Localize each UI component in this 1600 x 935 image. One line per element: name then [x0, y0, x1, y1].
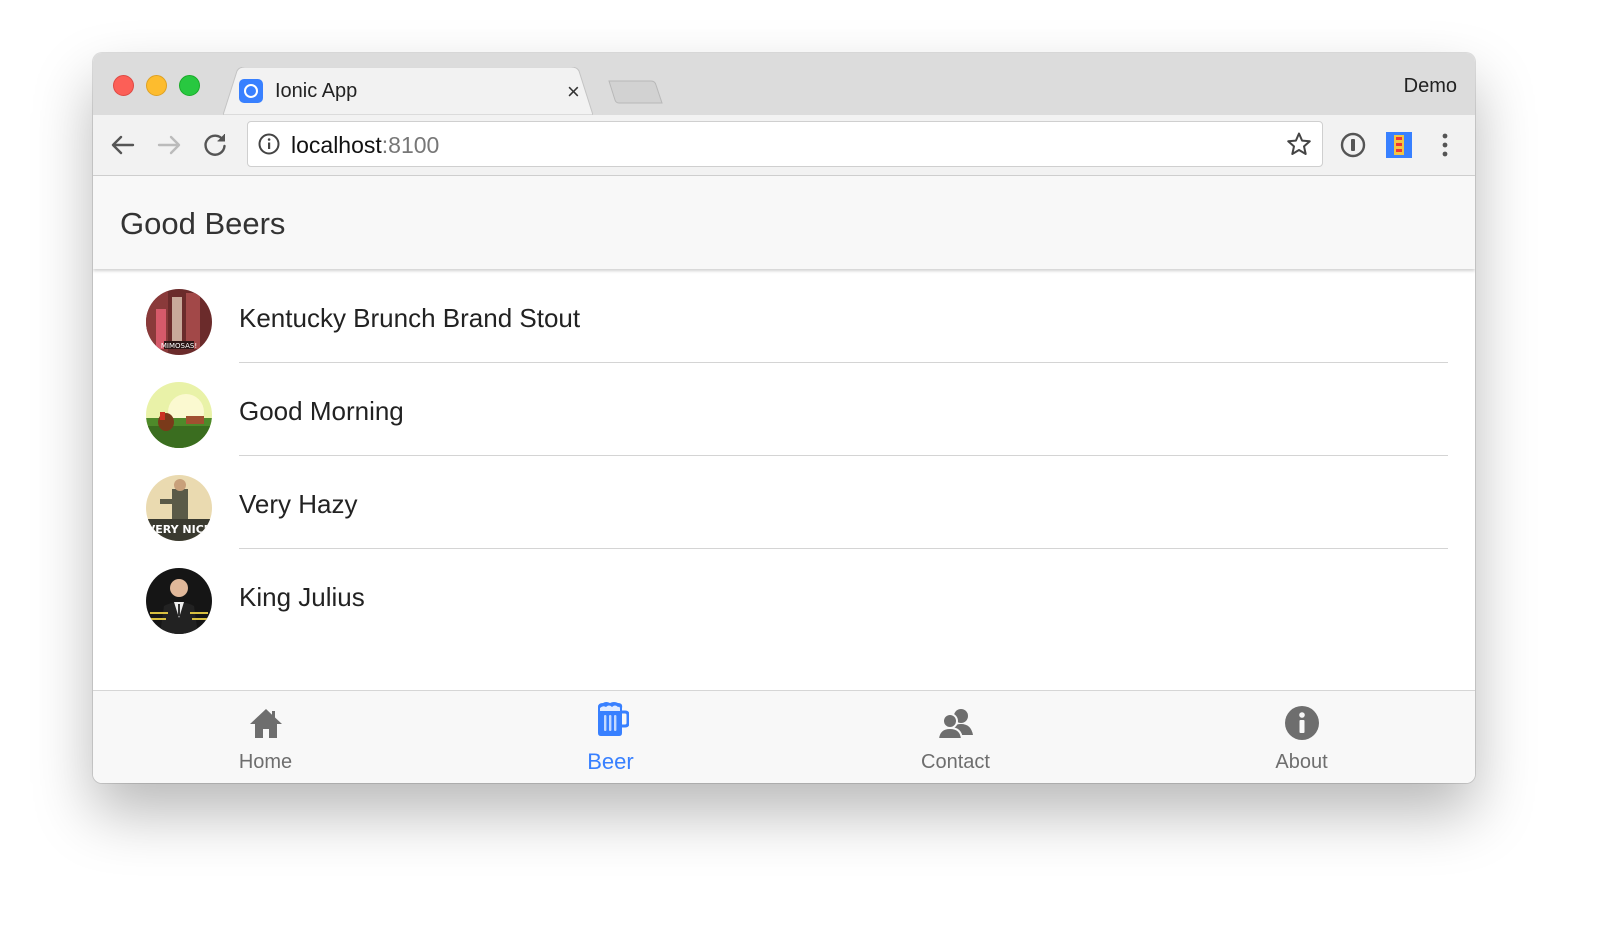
list-item[interactable]: Good Morning — [93, 363, 1475, 456]
contacts-icon — [937, 709, 973, 740]
avatar: VERY NICE — [146, 475, 212, 541]
list-item-label: King Julius — [239, 582, 365, 612]
avatar-image — [146, 568, 212, 634]
tab-beer[interactable]: Beer — [438, 691, 783, 783]
app-header: Good Beers — [93, 176, 1475, 269]
svg-text:MIMOSAS!: MIMOSAS! — [161, 342, 197, 350]
profile-name[interactable]: Demo — [1404, 75, 1457, 98]
tab-label: About — [1275, 751, 1328, 773]
forward-arrow-icon[interactable] — [155, 131, 183, 159]
address-bar[interactable]: localhost:8100 — [247, 121, 1323, 167]
tab-title: Ionic App — [275, 80, 358, 102]
home-icon — [249, 709, 282, 738]
list-item[interactable]: VERY NICE Very Hazy — [93, 456, 1475, 549]
back-arrow-icon[interactable] — [109, 131, 137, 159]
address-url: localhost:8100 — [291, 132, 439, 159]
tab-bar: Home Beer Contact About — [93, 690, 1475, 783]
avatar-image — [146, 382, 212, 448]
ionic-logo-icon — [239, 79, 263, 103]
tab-close-icon[interactable]: × — [567, 79, 580, 105]
extension-icon[interactable] — [1385, 131, 1413, 159]
list-item-label: Good Morning — [239, 396, 404, 426]
list-item-label: Very Hazy — [239, 489, 358, 519]
svg-text:VERY NICE: VERY NICE — [147, 523, 212, 536]
tab-home[interactable]: Home — [93, 691, 438, 783]
tab-label: Contact — [921, 751, 990, 773]
tab-label: Beer — [587, 749, 634, 774]
avatar — [146, 382, 212, 448]
address-host: localhost — [291, 132, 382, 158]
avatar-image: VERY NICE — [146, 475, 212, 541]
window-maximize-button[interactable] — [179, 75, 200, 96]
reload-icon[interactable] — [201, 131, 229, 159]
new-tab-button[interactable] — [607, 79, 663, 105]
more-vertical-icon[interactable] — [1433, 131, 1457, 159]
bookmark-star-icon[interactable] — [1286, 131, 1312, 157]
tab-contact[interactable]: Contact — [783, 691, 1128, 783]
list-item[interactable]: King Julius — [93, 549, 1475, 642]
tab-label: Home — [238, 751, 293, 773]
avatar — [146, 568, 212, 634]
beer-list: MIMOSAS! Kentucky Brunch Brand Stout Goo… — [93, 270, 1475, 690]
window-minimize-button[interactable] — [146, 75, 167, 96]
browser-window: Ionic App × Demo localhost:8100 Good Bee… — [93, 53, 1475, 783]
address-port: :8100 — [381, 132, 440, 158]
list-item-label: Kentucky Brunch Brand Stout — [239, 303, 581, 333]
beer-icon — [597, 702, 629, 736]
info-icon[interactable] — [258, 133, 280, 155]
avatar-image: MIMOSAS! — [146, 289, 212, 355]
list-item[interactable]: MIMOSAS! Kentucky Brunch Brand Stout — [93, 270, 1475, 363]
password-manager-icon[interactable] — [1339, 131, 1367, 159]
page-title: Good Beers — [120, 206, 286, 241]
info-icon — [1284, 706, 1319, 740]
window-close-button[interactable] — [113, 75, 134, 96]
browser-tab[interactable]: Ionic App × — [223, 67, 593, 115]
avatar: MIMOSAS! — [146, 289, 212, 355]
browser-toolbar: localhost:8100 — [93, 115, 1475, 176]
tab-about[interactable]: About — [1128, 691, 1475, 783]
tab-strip: Ionic App × Demo — [93, 53, 1475, 115]
